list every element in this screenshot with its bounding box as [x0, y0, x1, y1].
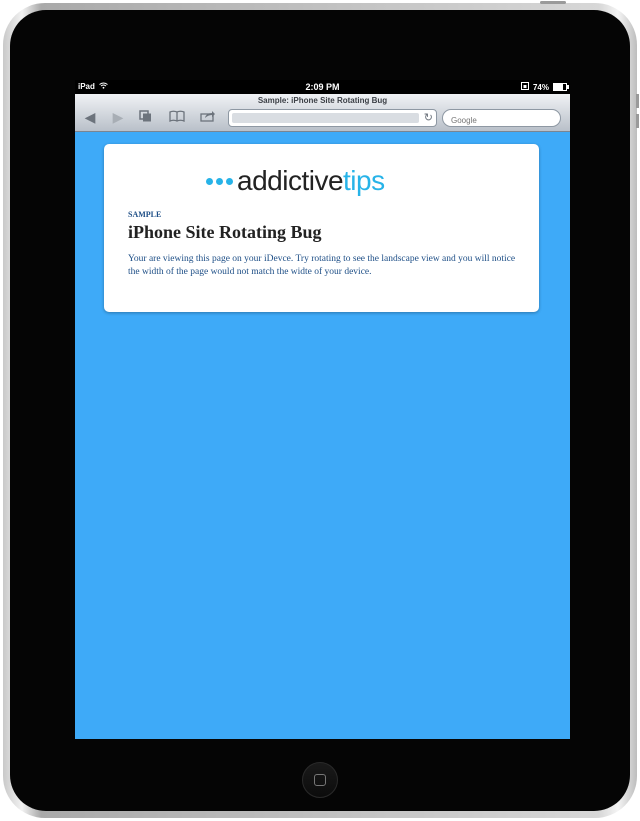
category-tag: SAMPLE — [128, 210, 162, 219]
battery-icon — [553, 83, 569, 91]
safari-toolbar: Sample: iPhone Site Rotating Bug ◀ ▶ ↻ — [75, 94, 570, 132]
volume-down-button[interactable] — [636, 114, 639, 128]
url-field[interactable]: ↻ — [228, 109, 437, 127]
pages-icon[interactable] — [137, 109, 155, 125]
article-headline: iPhone Site Rotating Bug — [128, 222, 322, 242]
content-card: addictivetips SAMPLE iPhone Site Rotatin… — [104, 144, 539, 312]
battery-percent: 74% — [532, 82, 549, 92]
search-field[interactable] — [442, 109, 561, 129]
status-bar: iPad 2:09 PM 74% — [75, 80, 570, 94]
orientation-lock-icon — [520, 82, 529, 92]
logo-text-dark: addictive — [237, 165, 344, 196]
search-input[interactable] — [443, 112, 559, 129]
power-button[interactable] — [540, 1, 566, 4]
status-time: 2:09 PM — [305, 82, 340, 92]
reload-icon[interactable]: ↻ — [424, 110, 433, 126]
home-button[interactable] — [302, 762, 338, 798]
logo-text-accent: tips — [343, 165, 385, 196]
home-square-icon — [314, 774, 326, 786]
page-title: Sample: iPhone Site Rotating Bug — [257, 96, 388, 105]
article-body: Your are viewing this page on your iDevc… — [128, 254, 516, 277]
share-icon[interactable] — [199, 109, 217, 125]
bookmarks-icon[interactable] — [168, 109, 186, 125]
volume-up-button[interactable] — [636, 94, 639, 108]
forward-icon[interactable]: ▶ — [109, 109, 127, 125]
logo-dots-icon — [206, 177, 233, 185]
addictivetips-logo[interactable]: addictivetips — [206, 166, 385, 196]
ipad-screen: iPad 2:09 PM 74% Sample: iPhone Site Rot… — [75, 80, 570, 739]
url-text — [232, 113, 419, 123]
back-icon[interactable]: ◀ — [81, 109, 99, 125]
